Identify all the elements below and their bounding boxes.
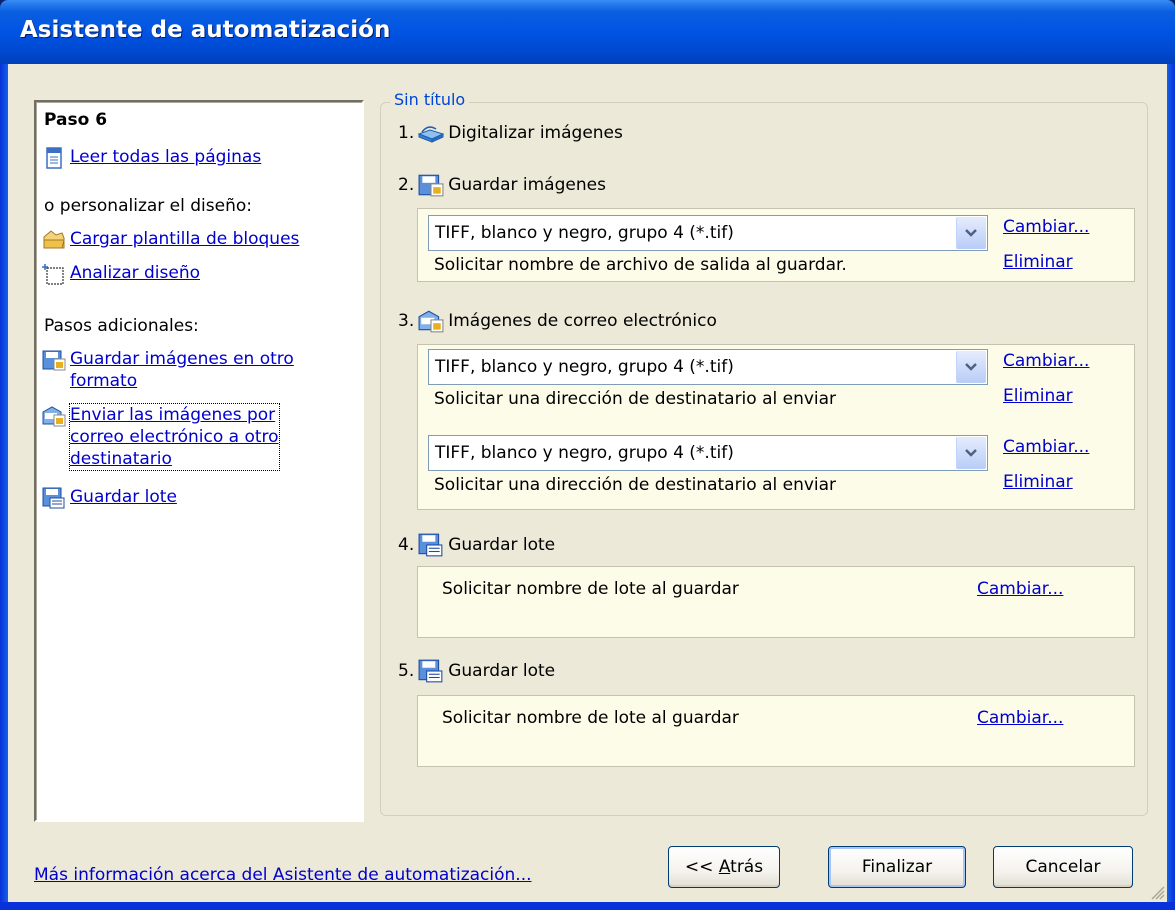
title-bar[interactable]: Asistente de automatización	[0, 0, 1175, 64]
email-image-icon	[42, 406, 66, 427]
step-heading: Paso 6	[44, 110, 108, 130]
step-3-change-link-2[interactable]: Cambiar...	[1003, 437, 1089, 457]
step-3-change-link-1[interactable]: Cambiar...	[1003, 351, 1089, 371]
read-all-pages-item[interactable]: Leer todas las páginas	[42, 146, 261, 170]
back-button-prefix: <<	[684, 857, 719, 877]
step-4-number: 4.	[398, 535, 415, 555]
step-1-header: 1. Digitalizar imágenes	[398, 120, 623, 146]
step-3-header: 3. Imágenes de correo electrónico	[398, 308, 717, 334]
step-3-label: Imágenes de correo electrónico	[448, 311, 717, 331]
step-3-format-value-1: TIFF, blanco y negro, grupo 4 (*.tif)	[435, 357, 734, 377]
step-2-remove-link[interactable]: Eliminar	[1003, 252, 1073, 272]
more-info-link[interactable]: Más información acerca del Asistente de …	[34, 865, 532, 885]
step-1-number: 1.	[398, 123, 415, 143]
send-email-line3: destinatario	[70, 449, 172, 469]
save-batch-icon	[418, 533, 443, 557]
back-button-accel: A	[718, 857, 731, 877]
save-images-other-format-item[interactable]: Guardar imágenes en otro formato	[42, 348, 294, 392]
step-5-panel: Solicitar nombre de lote al guardar Camb…	[417, 695, 1135, 767]
save-batch-link[interactable]: Guardar lote	[70, 486, 177, 508]
window-frame-left	[0, 64, 8, 910]
window-frame-bottom	[0, 902, 1175, 910]
save-images-other-format-line2: formato	[70, 371, 138, 391]
step-2-number: 2.	[398, 175, 415, 195]
step-3-note-1: Solicitar una dirección de destinatario …	[434, 389, 837, 409]
step-2-format-value: TIFF, blanco y negro, grupo 4 (*.tif)	[435, 223, 734, 243]
send-email-line2: correo electrónico a otro	[70, 427, 279, 447]
cancel-button[interactable]: Cancelar	[993, 846, 1133, 888]
step-3-format-value-2: TIFF, blanco y negro, grupo 4 (*.tif)	[435, 443, 734, 463]
group-title: Sin título	[390, 90, 470, 109]
analyze-layout-item[interactable]: Analizar diseño	[42, 262, 200, 286]
save-batch-item[interactable]: Guardar lote	[42, 486, 177, 510]
page-icon	[46, 147, 62, 169]
window-title: Asistente de automatización	[20, 17, 391, 43]
analyze-layout-icon	[42, 264, 64, 285]
load-template-link[interactable]: Cargar plantilla de bloques	[70, 228, 299, 250]
step-3-panel: TIFF, blanco y negro, grupo 4 (*.tif) So…	[417, 344, 1135, 510]
step-2-change-link[interactable]: Cambiar...	[1003, 217, 1089, 237]
step-3-number: 3.	[398, 311, 415, 331]
window-frame-right	[1167, 64, 1175, 910]
chevron-down-icon[interactable]	[956, 437, 986, 469]
save-images-other-format-line1: Guardar imágenes en otro	[70, 349, 294, 369]
step-3-remove-link-1[interactable]: Eliminar	[1003, 386, 1073, 406]
send-email-line1: Enviar las imágenes por	[70, 405, 276, 425]
step-3-note-2: Solicitar una dirección de destinatario …	[434, 475, 837, 495]
step-navigation-pane: Paso 6 Leer todas las páginas o personal…	[34, 100, 364, 822]
step-2-header: 2. Guardar imágenes	[398, 172, 606, 198]
step-4-change-link[interactable]: Cambiar...	[977, 579, 1063, 599]
step-3-format-select-1[interactable]: TIFF, blanco y negro, grupo 4 (*.tif)	[428, 349, 988, 385]
client-area: Paso 6 Leer todas las páginas o personal…	[8, 64, 1167, 902]
step-2-panel: TIFF, blanco y negro, grupo 4 (*.tif) So…	[417, 208, 1135, 282]
step-4-header: 4. Guardar lote	[398, 532, 555, 558]
resize-grip-icon[interactable]	[1149, 884, 1165, 900]
save-images-other-format-link[interactable]: Guardar imágenes en otro formato	[70, 348, 294, 392]
wizard-window: Asistente de automatización Paso 6 Leer …	[0, 0, 1175, 910]
step-4-panel: Solicitar nombre de lote al guardar Camb…	[417, 566, 1135, 638]
step-4-note: Solicitar nombre de lote al guardar	[442, 579, 739, 599]
step-1-label: Digitalizar imágenes	[448, 123, 623, 143]
analyze-layout-link[interactable]: Analizar diseño	[70, 262, 200, 284]
step-5-note: Solicitar nombre de lote al guardar	[442, 708, 739, 728]
step-5-label: Guardar lote	[448, 661, 556, 681]
step-5-number: 5.	[398, 661, 415, 681]
step-5-header: 5. Guardar lote	[398, 658, 555, 684]
save-image-icon	[42, 350, 66, 371]
step-3-format-select-2[interactable]: TIFF, blanco y negro, grupo 4 (*.tif)	[428, 435, 988, 471]
send-images-email-item[interactable]: Enviar las imágenes por correo electrónic…	[42, 403, 280, 471]
finish-button[interactable]: Finalizar	[828, 846, 966, 888]
send-images-email-link[interactable]: Enviar las imágenes por correo electrónic…	[69, 403, 280, 471]
chevron-down-icon[interactable]	[956, 351, 986, 383]
step-3-remove-link-2[interactable]: Eliminar	[1003, 472, 1073, 492]
back-button[interactable]: << Atrás	[668, 846, 780, 888]
step-2-note: Solicitar nombre de archivo de salida al…	[434, 255, 847, 275]
save-batch-icon	[42, 487, 65, 509]
step-5-change-link[interactable]: Cambiar...	[977, 708, 1063, 728]
read-all-pages-link[interactable]: Leer todas las páginas	[70, 146, 261, 168]
save-image-icon	[418, 174, 444, 197]
back-button-rest: trás	[730, 857, 764, 877]
step-4-label: Guardar lote	[448, 535, 556, 555]
chevron-down-icon[interactable]	[956, 217, 986, 249]
email-image-icon	[418, 310, 444, 333]
save-batch-icon	[418, 659, 443, 683]
step-2-format-select[interactable]: TIFF, blanco y negro, grupo 4 (*.tif)	[428, 215, 988, 251]
step-2-label: Guardar imágenes	[448, 175, 606, 195]
additional-steps-label: Pasos adicionales:	[44, 316, 199, 336]
load-template-item[interactable]: Cargar plantilla de bloques	[42, 228, 299, 252]
customize-layout-label: o personalizar el diseño:	[44, 196, 252, 216]
open-folder-icon	[43, 230, 65, 249]
scanner-icon	[418, 126, 445, 143]
